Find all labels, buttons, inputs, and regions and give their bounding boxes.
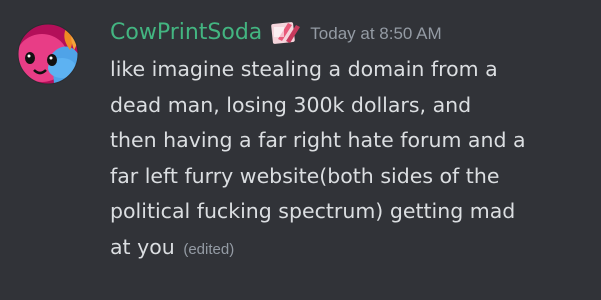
message-line: like imagine stealing a domain from a [110, 57, 498, 81]
avatar-icon [17, 23, 79, 85]
message-line: dead man, losing 300k dollars, and [110, 92, 472, 117]
chat-message: CowPrintSoda Today at 8:50 AM like imagi… [0, 0, 601, 300]
message-line: political fucking spectrum) getting mad [110, 199, 516, 224]
username[interactable]: CowPrintSoda [110, 20, 262, 45]
message-header: CowPrintSoda Today at 8:50 AM [110, 16, 442, 48]
message-line: then having a far right hate forum and a [110, 128, 526, 153]
message-line: at you [110, 234, 175, 259]
edited-label: (edited) [183, 240, 235, 258]
message-last-line: at you (edited) [110, 230, 595, 268]
role-badge-icon[interactable] [270, 17, 304, 47]
message-line: far left furry website(both sides of the [110, 163, 500, 188]
message-timestamp[interactable]: Today at 8:50 AM [310, 24, 441, 44]
message-content: like imagine stealing a domain from a de… [110, 52, 595, 268]
user-avatar[interactable] [8, 14, 88, 94]
